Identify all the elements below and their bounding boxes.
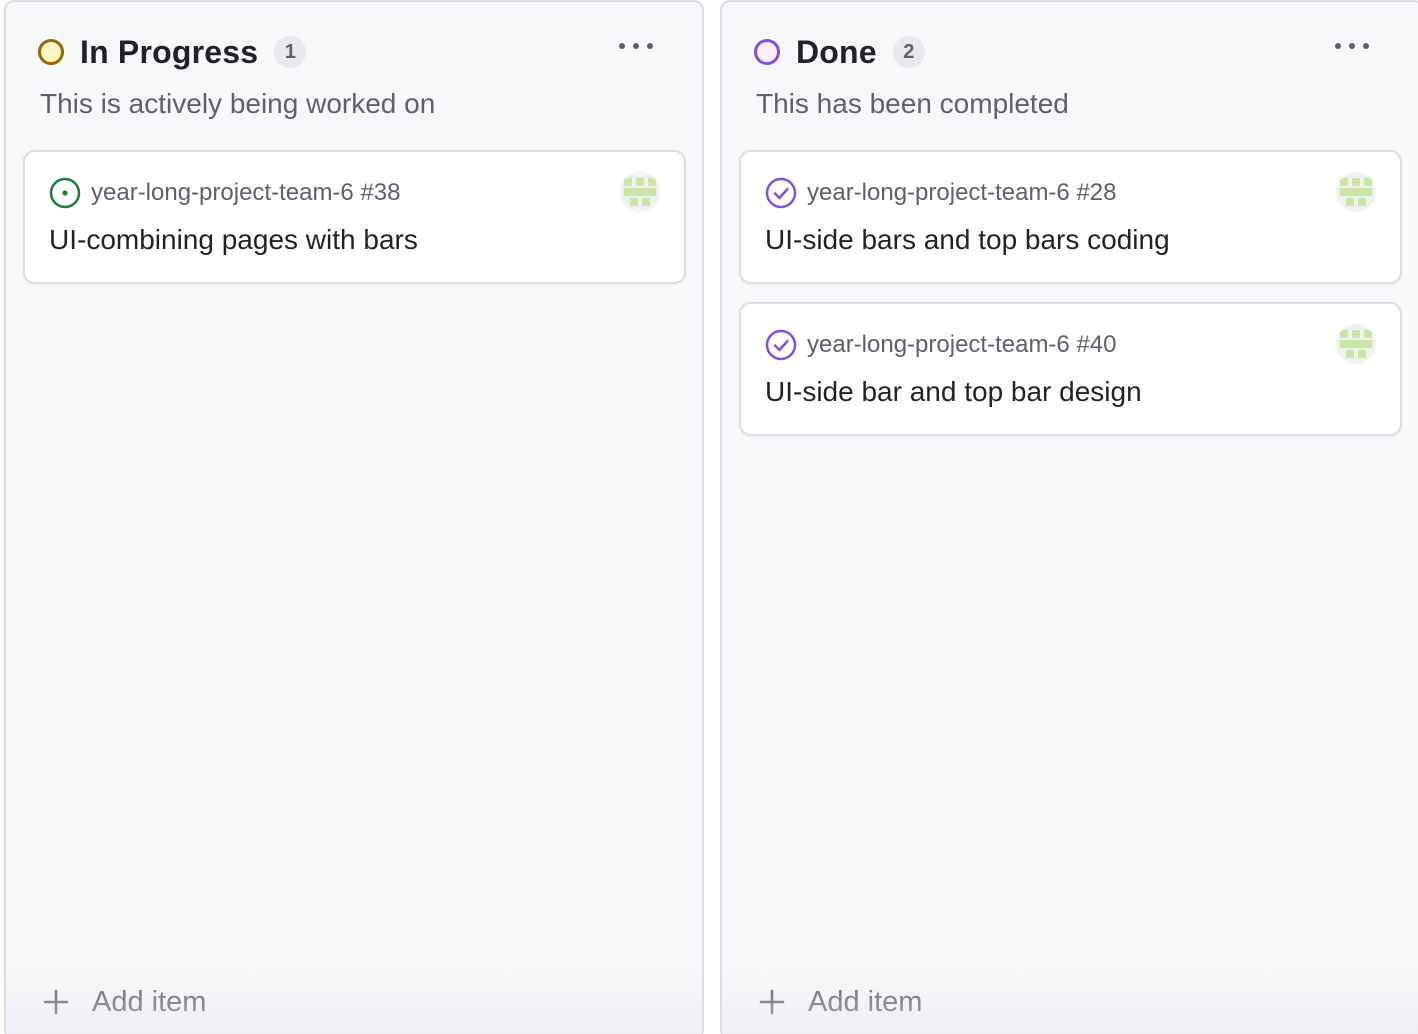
item-count-badge: 2 — [892, 36, 925, 68]
issue-opened-icon — [49, 177, 81, 209]
add-item-button[interactable]: Add item — [758, 980, 922, 1024]
card-repo-link[interactable]: year-long-project-team-6 #38 — [91, 179, 400, 207]
add-item-label: Add item — [92, 985, 207, 1018]
column-in-progress: In Progress 1 This is actively being wor… — [4, 0, 704, 1034]
card-title[interactable]: UI-side bars and top bars coding — [765, 224, 1170, 256]
kebab-horizontal-icon — [1335, 43, 1369, 49]
identicon-avatar-icon — [1336, 172, 1376, 212]
column-title: In Progress — [80, 33, 259, 70]
add-item-label: Add item — [808, 985, 923, 1018]
add-item-button[interactable]: Add item — [42, 980, 206, 1024]
card-meta: year-long-project-team-6 #28 — [765, 176, 1116, 210]
column-options-button[interactable] — [1328, 30, 1376, 62]
assignee-avatar[interactable] — [1336, 324, 1376, 364]
card-repo-link[interactable]: year-long-project-team-6 #28 — [807, 179, 1116, 207]
done-status-icon — [754, 39, 780, 65]
kebab-horizontal-icon — [619, 43, 653, 49]
assignee-avatar[interactable] — [620, 172, 660, 212]
column-options-button[interactable] — [612, 30, 660, 62]
in-progress-status-icon — [38, 39, 64, 65]
column-description: This is actively being worked on — [40, 88, 436, 119]
card-meta: year-long-project-team-6 #38 — [49, 176, 400, 210]
column-done: Done 2 This has been completed year-long… — [720, 0, 1418, 1034]
issue-closed-icon — [765, 329, 797, 361]
column-title: Done — [796, 33, 877, 70]
identicon-avatar-icon — [1336, 324, 1376, 364]
assignee-avatar[interactable] — [1336, 172, 1376, 212]
item-card[interactable]: year-long-project-team-6 #28 UI-side bar… — [739, 150, 1402, 284]
card-title[interactable]: UI-side bar and top bar design — [765, 376, 1142, 408]
item-card[interactable]: year-long-project-team-6 #38 UI-combinin… — [23, 150, 686, 284]
column-header: Done 2 — [754, 30, 925, 74]
column-description: This has been completed — [756, 88, 1069, 119]
card-repo-link[interactable]: year-long-project-team-6 #40 — [807, 331, 1116, 359]
card-title[interactable]: UI-combining pages with bars — [49, 224, 418, 256]
card-meta: year-long-project-team-6 #40 — [765, 328, 1116, 362]
item-count-badge: 1 — [274, 36, 307, 68]
issue-closed-icon — [765, 177, 797, 209]
column-header: In Progress 1 — [38, 30, 307, 74]
identicon-avatar-icon — [620, 172, 660, 212]
plus-icon — [43, 989, 69, 1015]
plus-icon — [759, 989, 785, 1015]
project-board: In Progress 1 This is actively being wor… — [0, 0, 1418, 1034]
item-card[interactable]: year-long-project-team-6 #40 UI-side bar… — [739, 302, 1402, 436]
